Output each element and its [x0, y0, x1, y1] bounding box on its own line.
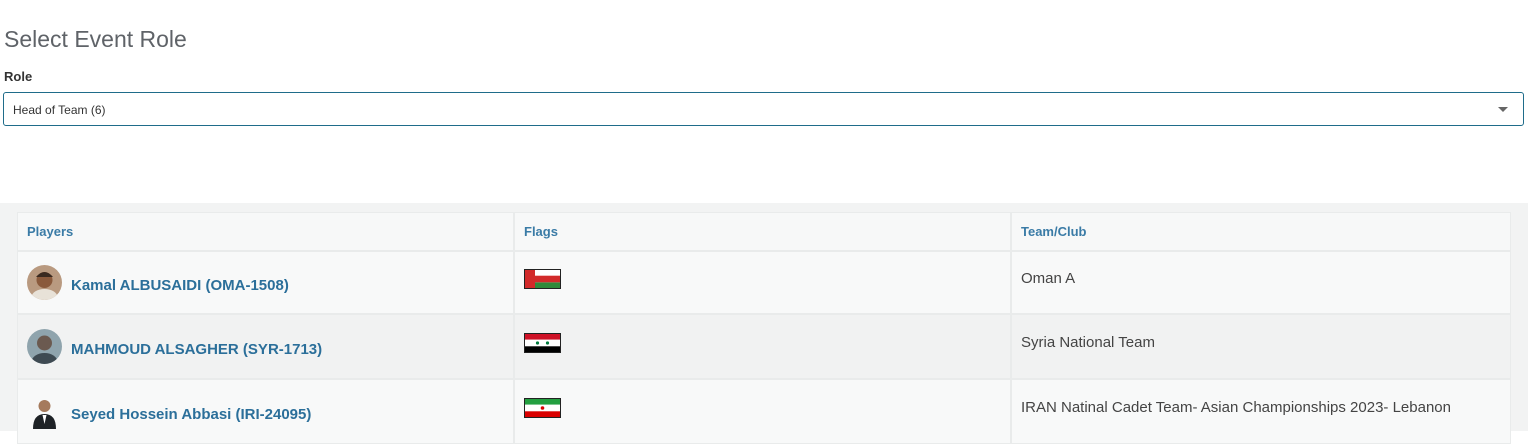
player-link[interactable]: MAHMOUD ALSAGHER (SYR-1713)	[71, 341, 322, 358]
flag-cell	[514, 314, 1011, 379]
avatar	[27, 394, 62, 429]
team-cell: IRAN Natinal Cadet Team- Asian Champions…	[1011, 379, 1511, 444]
team-cell: Syria National Team	[1011, 314, 1511, 379]
team-name: Oman A	[1021, 270, 1076, 287]
iran-flag-icon	[524, 397, 561, 418]
team-cell: Oman A	[1011, 251, 1511, 314]
syria-flag-icon	[524, 332, 561, 353]
column-header-flags: Flags	[514, 212, 1011, 251]
column-header-team: Team/Club	[1011, 212, 1511, 251]
role-select-value: Head of Team (6)	[13, 103, 106, 117]
player-cell: Seyed Hossein Abbasi (IRI-24095)	[17, 379, 514, 444]
oman-flag-icon	[524, 268, 561, 289]
player-cell: MAHMOUD ALSAGHER (SYR-1713)	[17, 314, 514, 379]
page-title: Select Event Role	[4, 26, 187, 52]
table-row: Kamal ALBUSAIDI (OMA-1508) Oman A	[17, 251, 1511, 314]
player-link[interactable]: Seyed Hossein Abbasi (IRI-24095)	[71, 406, 311, 423]
player-cell: Kamal ALBUSAIDI (OMA-1508)	[17, 251, 514, 314]
team-name: Syria National Team	[1021, 334, 1155, 351]
players-table: Players Flags Team/Club Kamal ALBUSAIDI …	[17, 212, 1511, 444]
avatar	[27, 265, 62, 300]
team-name: IRAN Natinal Cadet Team- Asian Champions…	[1021, 399, 1451, 416]
players-table-panel: Players Flags Team/Club Kamal ALBUSAIDI …	[0, 203, 1528, 444]
player-link[interactable]: Kamal ALBUSAIDI (OMA-1508)	[71, 277, 289, 294]
table-row: MAHMOUD ALSAGHER (SYR-1713) Syria Nation…	[17, 314, 1511, 379]
role-label: Role	[4, 69, 33, 84]
table-row: Seyed Hossein Abbasi (IRI-24095) IRAN Na…	[17, 379, 1511, 444]
flag-cell	[514, 379, 1011, 444]
table-header-row: Players Flags Team/Club	[17, 212, 1511, 251]
role-select[interactable]: Head of Team (6)	[3, 92, 1524, 126]
column-header-players: Players	[17, 212, 514, 251]
flag-cell	[514, 251, 1011, 314]
avatar	[27, 329, 62, 364]
chevron-down-icon[interactable]	[1498, 107, 1508, 112]
